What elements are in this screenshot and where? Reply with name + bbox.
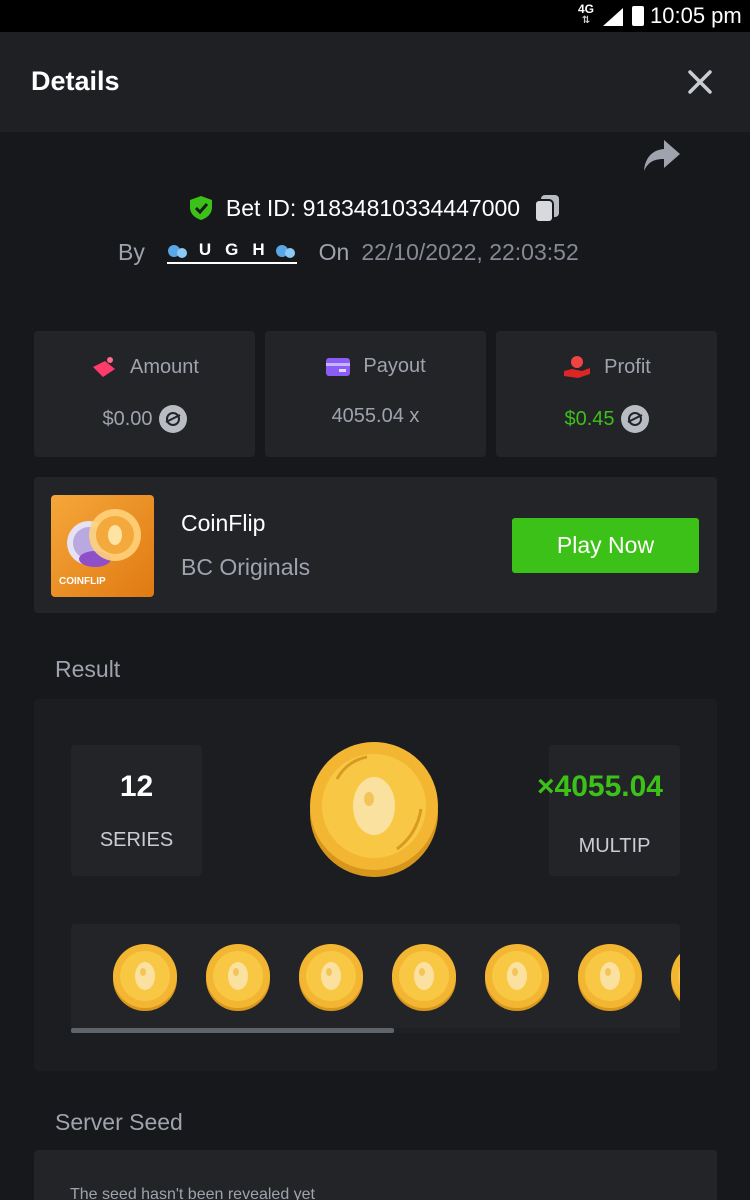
bet-id: Bet ID: 91834810334447000: [225, 194, 521, 221]
coin-history-track: [111, 942, 680, 1017]
clock: 10:05 pm: [650, 3, 742, 28]
username-link[interactable]: UGH: [166, 240, 297, 264]
game-thumbnail[interactable]: COINFLIP: [51, 495, 154, 597]
money-wings-icon: [93, 357, 116, 377]
network-indicator: 4G ⇅: [578, 2, 595, 26]
scrollbar-thumb[interactable]: [71, 1028, 394, 1033]
page-title: Details: [31, 66, 120, 96]
by-label: By: [118, 238, 145, 265]
series-label: SERIES: [99, 829, 174, 851]
network-type: 4G: [578, 2, 595, 16]
battery-icon: [632, 6, 644, 26]
coin-history-strip[interactable]: [71, 924, 680, 1032]
amount-card: Amount $0.00: [34, 331, 255, 457]
server-seed-text: The seed hasn't been revealed yet: [70, 1186, 315, 1200]
username: UGH: [198, 240, 279, 259]
details-header: Details: [0, 32, 750, 132]
profit-label: Profit: [604, 355, 651, 378]
amount-value: $0.00: [102, 407, 153, 430]
play-now-button[interactable]: Play Now: [512, 518, 699, 573]
coin-result-icon: [310, 742, 438, 877]
multiplier-box: ×4055.04 MULTIP: [537, 745, 680, 876]
game-thumb-label: COINFLIP: [59, 576, 106, 587]
profit-value: $0.45: [564, 407, 615, 430]
network-arrows: ⇅: [581, 15, 591, 26]
bet-author-row: By UGH On 22/10/2022, 22:03:52: [118, 236, 579, 268]
coin-history-icon: [390, 942, 458, 1017]
server-seed-title: Server Seed: [55, 1109, 183, 1135]
bet-id-row: Bet ID: 91834810334447000: [0, 190, 750, 226]
game-name: CoinFlip: [181, 510, 266, 536]
verified-shield-icon: [189, 196, 212, 220]
card-icon: [326, 357, 351, 376]
game-card: COINFLIP CoinFlip BC Originals Play Now: [34, 477, 717, 613]
coin-history-scrollbar: [71, 1028, 680, 1033]
multiplier-value: ×4055.04: [537, 770, 663, 803]
payout-label: Payout: [363, 355, 426, 377]
bet-datetime: 22/10/2022, 22:03:52: [361, 238, 579, 265]
server-seed-box: The seed hasn't been revealed yet: [34, 1150, 717, 1200]
hand-coin-icon: [564, 356, 591, 378]
coin-history-icon: [576, 942, 644, 1017]
game-provider: BC Originals: [181, 554, 311, 580]
coin-history-icon: [483, 942, 551, 1017]
droplets-icon: [167, 245, 187, 258]
amount-label: Amount: [130, 355, 199, 378]
droplets-icon: [275, 245, 295, 258]
on-label: On: [318, 238, 350, 265]
copy-icon[interactable]: [532, 193, 562, 223]
series-box: 12 SERIES: [71, 745, 202, 876]
status-bar: 4G ⇅ 10:05 pm: [0, 0, 750, 32]
share-icon[interactable]: [642, 138, 682, 174]
result-panel: 12 SERIES ×4055.04 MULTIP: [34, 699, 717, 1071]
coin-history-icon: [669, 942, 680, 1017]
result-title: Result: [55, 656, 121, 682]
series-value: 12: [119, 770, 154, 803]
payout-card: Payout 4055.04 x: [265, 331, 486, 457]
coin-history-icon: [111, 942, 179, 1017]
profit-card: Profit $0.45: [496, 331, 717, 457]
close-icon[interactable]: [684, 66, 716, 98]
coin-history-icon: [204, 942, 272, 1017]
signal-icon: [603, 8, 623, 26]
payout-value: 4055.04 x: [331, 405, 420, 427]
coin-history-icon: [297, 942, 365, 1017]
stellar-coin-icon: [620, 405, 649, 433]
stellar-coin-icon: [158, 405, 187, 433]
multiplier-label: MULTIP: [578, 835, 651, 857]
